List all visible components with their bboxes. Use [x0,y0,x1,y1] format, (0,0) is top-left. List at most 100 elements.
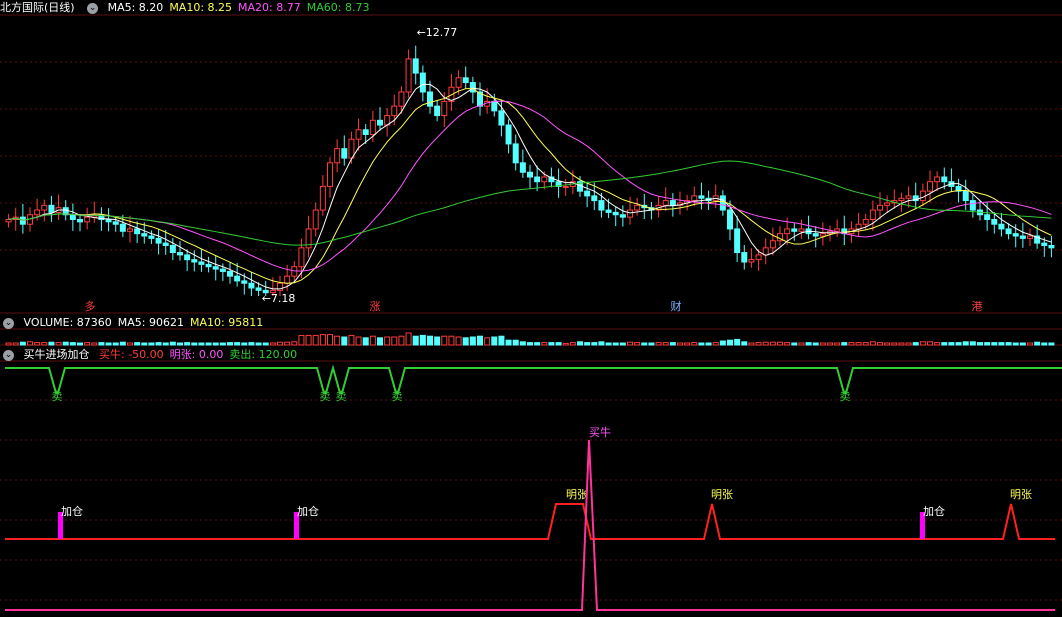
panel-toggle-icon[interactable]: ⌄ [3,349,14,361]
volume-bar [977,342,983,346]
buy-signal-line [5,439,1055,611]
candle-body [291,266,298,277]
volume-bar [319,334,326,346]
volume-bar [741,341,748,346]
candle-body [334,148,341,164]
volume-bar [219,342,226,346]
candle-body [612,211,619,216]
volume-bar [1019,342,1026,346]
volume-bar [134,342,141,346]
volume-panel-header: ⌄ VOLUME: 87360 MA5: 90621 MA10: 95811 [0,315,275,331]
candle-body [627,209,633,218]
volume-bar [198,342,205,346]
candle-body [112,221,119,225]
volume-bar [248,342,255,346]
volume-labels: VOLUME: 87360 MA5: 90621 MA10: 95811 [24,316,270,329]
candle-body [927,181,933,192]
volume-bar [462,337,469,346]
candle-body [669,200,676,206]
candle-body [527,171,533,178]
low-price-label: ←7.18 [262,292,296,305]
candle-body [241,280,248,284]
candle-body [169,244,176,254]
volume-bar [698,342,705,346]
mingzhang-line [5,503,1055,540]
volume-bar [541,342,548,346]
volume-bar [212,342,219,346]
candle-body [119,223,126,232]
volume-bar [677,342,683,346]
candle-body [1005,228,1012,235]
candle-body [755,254,762,261]
volume-bar [705,342,712,346]
candle-body [427,91,433,107]
volume-bar [941,342,948,346]
volume-bar [805,342,812,346]
candle-body [441,100,448,117]
candle-body [741,252,748,263]
volume-bar [62,341,69,346]
candle-body [798,228,805,232]
candle-body [598,200,605,211]
volume-bar [591,342,598,346]
volume-bar [512,339,519,346]
volume-bar [569,342,576,346]
candle-body [691,195,698,202]
volume-bar [155,342,162,346]
volume-bar [427,335,433,346]
candle-body [191,259,198,263]
volume-bar [605,342,612,346]
candle-body [355,129,362,140]
volume-bar [262,342,269,346]
volume-bar [912,342,919,346]
candle-body [377,119,383,126]
volume-bar [177,342,183,346]
volume-bar [348,334,355,346]
candle-body [1048,244,1055,249]
volume-bar [784,342,791,346]
volume-bar [355,336,362,346]
candle-body [1027,235,1033,239]
volume-bar [891,342,898,346]
candle-body [869,209,876,220]
candle-body [41,204,48,211]
candle-body [884,202,891,206]
candle-body [155,237,162,244]
candle-body [727,209,733,230]
candle-body [562,185,569,188]
volume-bar [955,342,962,346]
volume-bar [112,342,119,346]
chart-canvas[interactable]: ←12.77←7.18多涨财港卖卖卖卖卖明张 明张 明张买牛加仓 加仓 加仓 [0,0,1062,617]
volume-bar [412,335,419,346]
candle-body [469,82,476,93]
candle-body [834,228,841,232]
volume-bar [905,342,912,346]
event-marker: 多 [85,299,96,313]
volume-bar [684,342,691,346]
volume-bar [962,341,969,346]
candle-body [1012,233,1019,237]
price-panel-header: 北方国际(日线) ⌄ MA5: 8.20 MA10: 8.25 MA20: 8.77… [0,0,381,16]
volume-bar [812,342,819,346]
candle-body [162,242,169,246]
candle-body [969,200,976,211]
volume-value-label: MA5: 90621 [117,316,184,329]
volume-bar [584,342,591,346]
candle-body [362,129,369,135]
volume-bar [162,342,169,346]
indicator-value-label: 卖出: 120.00 [229,348,298,361]
candle-body [462,77,469,84]
panel-toggle-icon[interactable]: ⌄ [87,2,99,14]
volume-bar [548,342,555,346]
volume-bar [1027,342,1033,346]
candle-body [219,268,226,272]
volume-bar [491,336,498,346]
candle-body [255,287,262,291]
volume-bar [627,341,633,346]
candle-body [491,100,498,112]
volume-bar [419,334,426,346]
panel-toggle-icon[interactable]: ⌄ [3,317,14,329]
volume-bar [362,337,369,346]
volume-bar [519,341,526,346]
candle-body [934,176,941,183]
